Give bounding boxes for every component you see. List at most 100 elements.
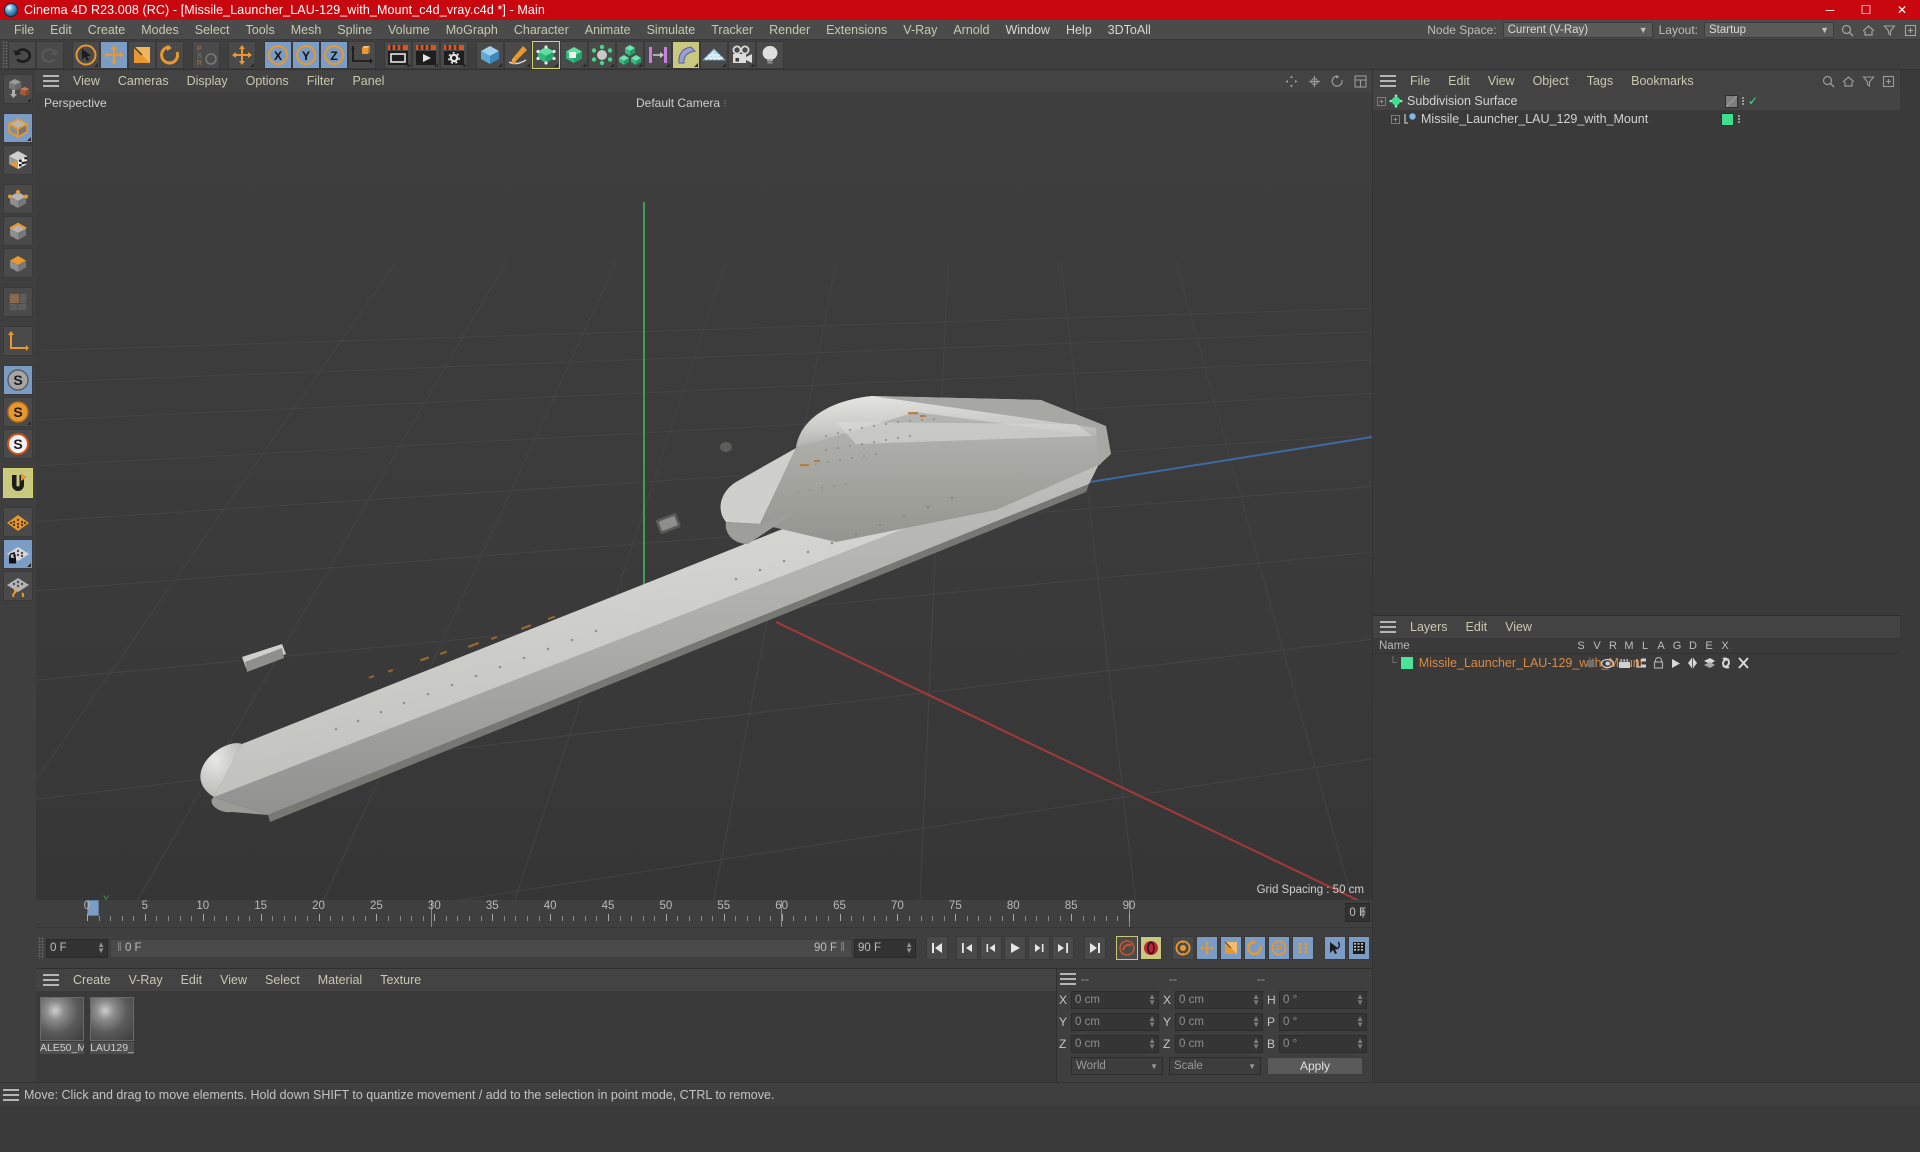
preview-end-field[interactable]: 0 F ▲ ▼	[1345, 903, 1370, 922]
make-editable-button[interactable]	[3, 74, 33, 104]
current-frame-field[interactable]: 0 F ▲ ▼	[46, 938, 108, 958]
menu-item-create[interactable]: Create	[80, 20, 134, 40]
material-list[interactable]: ALE50_M LAU129_	[36, 991, 1056, 1082]
status-hamburger-icon[interactable]	[3, 1088, 19, 1101]
scale-tool-button[interactable]	[128, 40, 156, 69]
scale-key-button[interactable]	[1220, 936, 1242, 960]
stepper-icon[interactable]: ▲ ▼	[1356, 1037, 1364, 1051]
pan-icon[interactable]	[1284, 74, 1299, 89]
layout-select[interactable]: Startup ▼	[1704, 22, 1834, 38]
coordinate-position-field[interactable]: 0 cm ▲ ▼	[1071, 991, 1159, 1009]
material-menu-hamburger-icon[interactable]	[43, 974, 59, 986]
zoom-icon[interactable]	[1307, 74, 1322, 89]
coordinate-rotation-field[interactable]: 0 ° ▲ ▼	[1279, 991, 1367, 1009]
play-button[interactable]	[1004, 936, 1026, 960]
phong-tag-icon[interactable]	[1725, 94, 1738, 108]
generator-icon[interactable]	[1685, 656, 1699, 670]
render-view-button[interactable]	[384, 40, 412, 69]
pla-key-button[interactable]	[1292, 936, 1314, 960]
menu-item-mograph[interactable]: MoGraph	[438, 20, 506, 40]
material-item[interactable]: LAU129_	[90, 997, 134, 1054]
timeline-grip[interactable]	[38, 937, 44, 959]
spline-pen-button[interactable]	[504, 40, 532, 69]
stepper-icon[interactable]: ▲ ▼	[1356, 993, 1364, 1007]
filter-icon[interactable]	[1882, 23, 1897, 38]
magnet-button[interactable]	[3, 468, 33, 498]
add-panel-icon[interactable]	[1903, 23, 1918, 38]
deformer-button[interactable]	[644, 40, 672, 69]
layer-column-d[interactable]: D	[1685, 640, 1701, 652]
stepper-icon[interactable]: ▲ ▼	[1252, 1015, 1260, 1029]
layers-menu-layers[interactable]: Layers	[1401, 616, 1457, 638]
object-row-subdivision-surface[interactable]: + Subdivision Surface ✓	[1373, 92, 1900, 110]
object-menu-file[interactable]: File	[1401, 70, 1439, 92]
object-manager-hamburger-icon[interactable]	[1380, 75, 1396, 87]
menu-item-render[interactable]: Render	[761, 20, 818, 40]
lock-icon[interactable]	[1651, 656, 1665, 670]
lock-x-axis-button[interactable]: X	[264, 40, 292, 69]
coordinate-rotation-field[interactable]: 0 ° ▲ ▼	[1279, 1013, 1367, 1031]
autokeying-button[interactable]	[1140, 936, 1162, 960]
menu-item-tools[interactable]: Tools	[238, 20, 283, 40]
maximize-button[interactable]: ☐	[1848, 0, 1884, 20]
timeline-ruler[interactable]: 0 5 10 15 20 25 30 35 40 45 50 55 60 65 70 75 80 85 90 0 F…	[36, 900, 1372, 928]
go-to-start-button[interactable]	[926, 936, 948, 960]
viewport-menu-hamburger-icon[interactable]	[43, 75, 59, 87]
array-generator-button[interactable]	[560, 40, 588, 69]
layer-color-swatch[interactable]	[1400, 657, 1413, 669]
viewport-menu-options[interactable]: Options	[237, 70, 298, 92]
menu-item-edit[interactable]: Edit	[42, 20, 80, 40]
menu-item-modes[interactable]: Modes	[133, 20, 187, 40]
manager-icon[interactable]	[1634, 656, 1648, 670]
search-icon[interactable]	[1821, 74, 1836, 89]
model-mode-button[interactable]	[3, 113, 33, 143]
expand-toggle-icon[interactable]: +	[1391, 114, 1400, 124]
enable-snap-button[interactable]: S	[3, 365, 33, 395]
world-object-axis-button[interactable]	[348, 40, 376, 69]
cube-primitive-button[interactable]	[476, 40, 504, 69]
viewport-menu-display[interactable]: Display	[178, 70, 237, 92]
stepper-icon[interactable]: ▲ ▼	[1148, 1015, 1156, 1029]
layer-column-e[interactable]: E	[1701, 640, 1717, 652]
uv-mode-button[interactable]	[3, 287, 33, 317]
material-menu-view[interactable]: View	[211, 969, 256, 991]
menu-item-v-ray[interactable]: V-Ray	[895, 20, 945, 40]
keyframe-selection-button[interactable]	[1172, 936, 1194, 960]
material-menu-material[interactable]: Material	[309, 969, 371, 991]
layers-menu-hamburger-icon[interactable]	[1380, 621, 1396, 633]
coordinate-size-field[interactable]: 0 cm ▲ ▼	[1175, 991, 1263, 1009]
position-key-button[interactable]	[1196, 936, 1218, 960]
material-menu-edit[interactable]: Edit	[172, 969, 212, 991]
go-to-previous-frame-button[interactable]	[980, 936, 1002, 960]
enabled-check-icon[interactable]: ✓	[1748, 95, 1758, 107]
menu-item-spline[interactable]: Spline	[329, 20, 380, 40]
go-to-next-key-button[interactable]	[1052, 936, 1074, 960]
stepper-icon[interactable]: ▲ ▼	[1356, 1015, 1364, 1029]
layers-menu-edit[interactable]: Edit	[1457, 616, 1497, 638]
lock-z-axis-button[interactable]: Z	[320, 40, 348, 69]
redo-button[interactable]	[36, 40, 64, 69]
material-menu-create[interactable]: Create	[64, 969, 120, 991]
layer-column-m[interactable]: M	[1621, 640, 1637, 652]
rotation-key-button[interactable]	[1244, 936, 1266, 960]
home-icon[interactable]	[1861, 23, 1876, 38]
menu-item-character[interactable]: Character	[506, 20, 577, 40]
param-key-button[interactable]: P	[1268, 936, 1290, 960]
viewport-menu-panel[interactable]: Panel	[343, 70, 393, 92]
coordinate-rotation-field[interactable]: 0 ° ▲ ▼	[1279, 1035, 1367, 1053]
bend-deformer-button[interactable]	[672, 40, 700, 69]
go-to-end-button[interactable]	[1084, 936, 1106, 960]
material-menu-select[interactable]: Select	[256, 969, 309, 991]
expand-toggle-icon[interactable]: +	[1377, 96, 1386, 106]
menu-item-3dtoall[interactable]: 3DToAll	[1100, 20, 1159, 40]
maximize-view-icon[interactable]	[1353, 74, 1368, 89]
menu-item-extensions[interactable]: Extensions	[818, 20, 895, 40]
coordinates-hamburger-icon[interactable]	[1060, 973, 1076, 985]
rotate-workplane-button[interactable]	[3, 571, 33, 601]
object-menu-edit[interactable]: Edit	[1439, 70, 1479, 92]
coordinate-size-field[interactable]: 0 cm ▲ ▼	[1175, 1013, 1263, 1031]
menu-item-select[interactable]: Select	[187, 20, 238, 40]
viewport-menu-cameras[interactable]: Cameras	[109, 70, 178, 92]
polygon-mode-button[interactable]	[3, 248, 33, 278]
undo-button[interactable]	[8, 40, 36, 69]
